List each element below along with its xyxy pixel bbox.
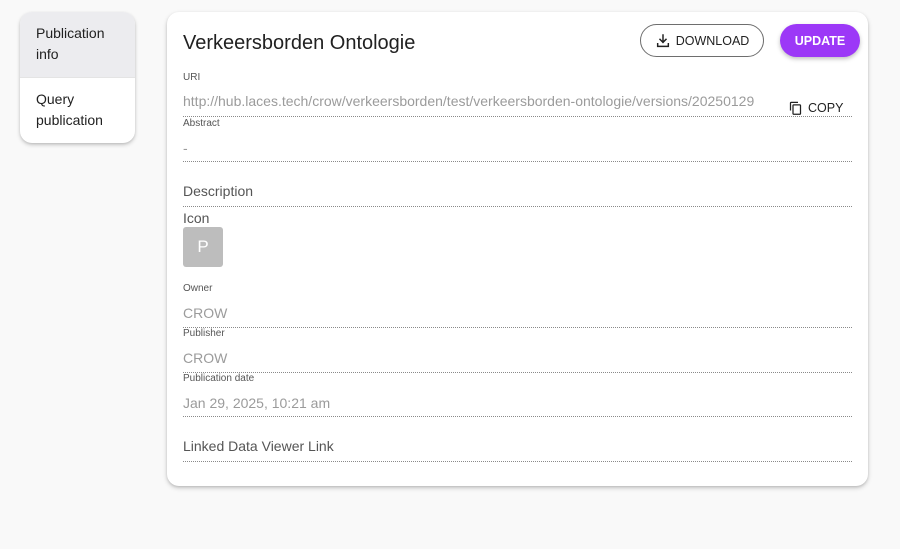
download-button-label: DOWNLOAD [675,33,750,48]
description-label: Description [183,183,254,199]
abstract-value: - [183,140,188,156]
sidebar-item-label-line1: Query [36,91,75,107]
sidebar-item-label-line2: info [36,46,59,62]
owner-value: CROW [183,305,228,321]
sidebar-item-label-line2: publication [36,112,103,128]
publisher-field: Publisher CROW [183,328,852,373]
icon-label: Icon [183,210,210,226]
sidebar-item-publication-info[interactable]: Publication info [20,12,135,77]
uri-label: URI [183,72,201,83]
copy-button-label: COPY [808,101,844,115]
download-icon [655,33,671,49]
publication-date-field: Publication date Jan 29, 2025, 10:21 am [183,373,852,417]
page-title: Verkeersborden Ontologie [183,32,416,54]
publisher-label: Publisher [183,328,225,339]
owner-field: Owner CROW [183,282,852,328]
sidebar-nav: Publication info Query publication [20,12,135,143]
copy-icon [788,100,803,116]
publication-date-label: Publication date [183,373,255,384]
owner-label: Owner [183,283,213,294]
abstract-field: Abstract - [183,117,852,162]
abstract-label: Abstract [183,118,220,129]
linked-data-viewer-field: Linked Data Viewer Link [183,417,852,462]
sidebar-item-query-publication[interactable]: Query publication [20,77,135,143]
update-button[interactable]: UPDATE [780,24,860,57]
linked-data-viewer-label[interactable]: Linked Data Viewer Link [183,437,334,455]
description-field: Description [183,162,852,207]
publisher-value: CROW [183,350,228,366]
sidebar-item-label-line1: Publication [36,25,105,41]
uri-field: URI http://hub.laces.tech/crow/verkeersb… [183,72,852,117]
publication-icon-avatar: P [183,227,223,267]
download-button[interactable]: DOWNLOAD [640,24,764,57]
uri-value[interactable]: http://hub.laces.tech/crow/verkeersborde… [183,92,754,110]
copy-uri-button[interactable]: COPY [788,98,852,118]
publication-date-value: Jan 29, 2025, 10:21 am [183,395,331,411]
publication-info-card: Verkeersborden Ontologie DOWNLOAD UPDATE… [167,12,868,486]
